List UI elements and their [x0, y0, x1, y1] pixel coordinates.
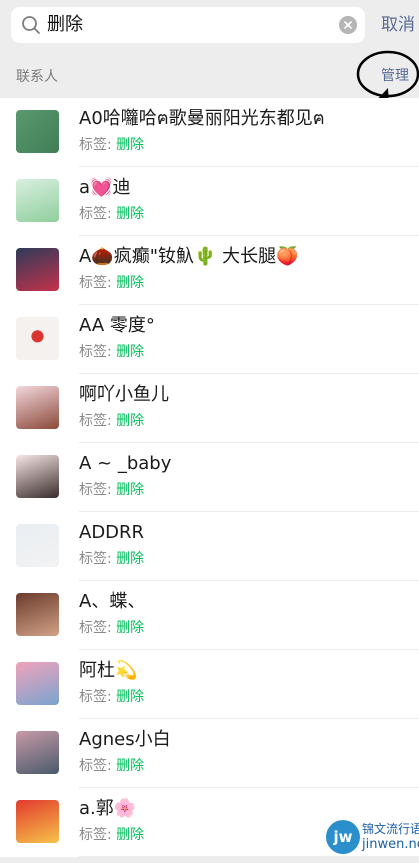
contact-tag: 标签: 删除 [79, 135, 144, 155]
tag-match: 删除 [116, 482, 145, 498]
contact-name: AA 零度° [79, 315, 155, 336]
avatar [16, 179, 59, 222]
section-title: 联系人 [16, 69, 58, 85]
contact-tag: 标签: 删除 [79, 411, 144, 431]
contact-row[interactable]: 啊吖小鱼儿标签: 删除 [0, 374, 419, 443]
search-icon [22, 16, 40, 34]
tag-match: 删除 [116, 551, 145, 567]
tag-match: 删除 [116, 206, 145, 222]
contact-row[interactable]: Agnes小白 标签: 删除 [0, 719, 419, 788]
tag-match: 删除 [116, 758, 145, 774]
tag-prefix: 标签: [79, 275, 117, 291]
contact-tag: 标签: 删除 [79, 618, 144, 638]
tag-match: 删除 [116, 413, 145, 429]
contact-row[interactable]: ADDRR 标签: 删除 [0, 512, 419, 581]
section-header: 联系人 管理 [0, 52, 419, 98]
watermark-title: 锦文流行语 [362, 822, 419, 836]
contact-name: 阿杜💫 [79, 660, 138, 681]
tag-match: 删除 [116, 137, 145, 153]
clear-icon[interactable] [339, 16, 357, 34]
contact-row[interactable]: A、蝶、标签: 删除 [0, 581, 419, 650]
contact-tag: 标签: 删除 [79, 825, 144, 845]
contact-tag: 标签: 删除 [79, 549, 144, 569]
tag-prefix: 标签: [79, 827, 117, 843]
watermark-logo: jw [326, 820, 360, 854]
watermark: jw 锦文流行语 jinwen.net [322, 818, 419, 863]
contact-name: A0哈囖哈ฅ歌曼丽阳光东都见ฅ [79, 108, 325, 129]
contact-tag: 标签: 删除 [79, 273, 144, 293]
search-bar: 删除 取消 [0, 0, 419, 52]
tag-match: 删除 [116, 827, 145, 843]
avatar [16, 593, 59, 636]
tag-match: 删除 [116, 275, 145, 291]
contact-tag: 标签: 删除 [79, 342, 144, 362]
contact-row[interactable]: a💓迪标签: 删除 [0, 167, 419, 236]
avatar [16, 800, 59, 843]
contact-tag: 标签: 删除 [79, 480, 144, 500]
avatar [16, 662, 59, 705]
contact-list: A0哈囖哈ฅ歌曼丽阳光东都见ฅ 标签: 删除 a💓迪 标签: 删除 A🌰疯癫"钕魞🌵 大… [0, 98, 419, 857]
avatar [16, 524, 59, 567]
contact-name: A ~ _baby [79, 453, 172, 474]
manage-button[interactable]: 管理 [381, 65, 409, 85]
contact-name: a.郭🌸 [79, 798, 137, 819]
avatar [16, 317, 59, 360]
cancel-button[interactable]: 取消 [381, 13, 415, 37]
tag-prefix: 标签: [79, 413, 117, 429]
tag-prefix: 标签: [79, 620, 117, 636]
tag-prefix: 标签: [79, 206, 117, 222]
search-input[interactable]: 删除 [11, 7, 365, 43]
tag-match: 删除 [116, 620, 145, 636]
contact-name: ADDRR [79, 522, 145, 543]
tag-prefix: 标签: [79, 482, 117, 498]
contact-name: Agnes小白 [79, 729, 171, 750]
contact-tag: 标签: 删除 [79, 204, 144, 224]
tag-prefix: 标签: [79, 758, 117, 774]
contact-row[interactable]: A0哈囖哈ฅ歌曼丽阳光东都见ฅ 标签: 删除 [0, 98, 419, 167]
avatar [16, 455, 59, 498]
contact-name: 啊吖小鱼儿 [79, 384, 169, 405]
watermark-url: jinwen.net [362, 837, 419, 852]
search-query[interactable]: 删除 [47, 13, 83, 37]
contact-name: a💓迪 [79, 177, 131, 198]
avatar [16, 386, 59, 429]
tag-prefix: 标签: [79, 344, 117, 360]
contact-name: A🌰疯癫"钕魞🌵 大长腿🍑 [79, 246, 299, 267]
contact-tag: 标签: 删除 [79, 756, 144, 776]
tag-prefix: 标签: [79, 137, 117, 153]
avatar [16, 248, 59, 291]
avatar [16, 731, 59, 774]
avatar [16, 110, 59, 153]
contact-name: A、蝶、 [79, 591, 146, 612]
contact-row[interactable]: AA 零度° 标签: 删除 [0, 305, 419, 374]
contact-row[interactable]: A🌰疯癫"钕魞🌵 大长腿🍑 标签: 删除 [0, 236, 419, 305]
tag-match: 删除 [116, 344, 145, 360]
tag-prefix: 标签: [79, 551, 117, 567]
tag-prefix: 标签: [79, 689, 117, 705]
contact-row[interactable]: A ~ _baby 标签: 删除 [0, 443, 419, 512]
tag-match: 删除 [116, 689, 145, 705]
contact-tag: 标签: 删除 [79, 687, 144, 707]
contact-row[interactable]: 阿杜💫 标签: 删除 [0, 650, 419, 719]
